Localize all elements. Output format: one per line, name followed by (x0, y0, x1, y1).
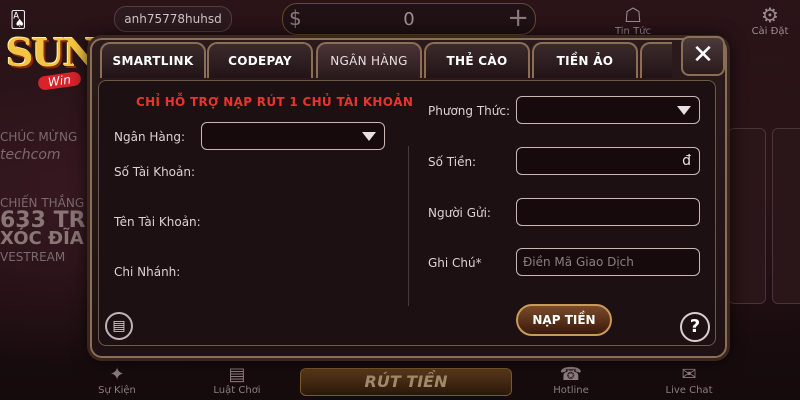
history-button[interactable]: ▤ (105, 312, 133, 340)
promo-line: XÓC ĐĨA (0, 228, 84, 249)
cards-icon: 🂡 (10, 10, 27, 29)
tab-crypto[interactable]: TIỀN ẢO (532, 42, 638, 78)
column-divider (408, 146, 409, 306)
promo-banner[interactable]: CHÚC MỪNG techcom CHIẾN THẮNG 633 TR XÓC… (0, 128, 90, 298)
promo-line: VESTREAM (0, 250, 66, 264)
tab-more[interactable]: G (640, 42, 672, 78)
username-display: anh75778huhsd (114, 6, 232, 32)
news-label: Tin Tức (614, 26, 652, 37)
withdraw-button[interactable]: RÚT TIỀN (300, 368, 512, 396)
event-icon: ✦ (109, 364, 125, 385)
sender-input[interactable] (516, 198, 700, 226)
news-icon: ☖ (624, 3, 642, 27)
account-name-label: Tên Tài Khoản: (114, 215, 201, 229)
amount-label: Số Tiền: (428, 155, 477, 169)
rules-button[interactable]: ▤ Luật Chơi (202, 364, 272, 397)
bank-select[interactable] (201, 122, 385, 150)
note-label: Ghi Chú* (428, 256, 482, 270)
deposit-tabs: SMARTLINK CODEPAY NGÂN HÀNG THẺ CÀO TIỀN… (100, 42, 672, 78)
hotline-label: Hotline (553, 385, 589, 396)
deposit-submit-button[interactable]: NẠP TIỀN (516, 304, 612, 336)
live-chat-label: Live Chat (665, 385, 713, 396)
settings-button[interactable]: ⚙ Cài Đặt (745, 4, 795, 37)
method-label: Phương Thức: (428, 104, 511, 118)
tab-smartlink[interactable]: SMARTLINK (100, 42, 206, 78)
rules-label: Luật Chơi (213, 385, 261, 396)
method-select[interactable] (516, 96, 700, 124)
close-icon: ✕ (692, 40, 714, 70)
note-input[interactable]: Điền Mã Giao Dịch (516, 248, 700, 276)
amount-input[interactable]: đ (516, 147, 700, 175)
settings-label: Cài Đặt (751, 26, 789, 37)
bottom-bar: ✦ Sự Kiện ▤ Luật Chơi RÚT TIỀN ☎ Hotline… (0, 360, 800, 400)
plus-icon[interactable]: + (507, 3, 529, 33)
promo-line: CHÚC MỪNG (0, 130, 78, 144)
chat-icon: ✉ (681, 364, 697, 385)
account-number-label: Số Tài Khoản: (114, 165, 196, 179)
currency-symbol: đ (682, 153, 691, 169)
game-thumbnail[interactable] (772, 128, 800, 304)
chevron-down-icon (677, 106, 691, 115)
live-chat-button[interactable]: ✉ Live Chat (654, 364, 724, 397)
bank-label: Ngân Hàng: (114, 130, 186, 144)
branch-label: Chi Nhánh: (114, 265, 181, 279)
balance-amount: 0 (403, 9, 415, 30)
phone-icon: ☎ (559, 364, 583, 385)
top-bar: anh75778huhsd $ 0 + ☖ Tin Tức ⚙ Cài Đặt (0, 0, 800, 37)
chevron-down-icon (362, 132, 376, 141)
note-placeholder: Điền Mã Giao Dịch (523, 255, 634, 269)
event-button[interactable]: ✦ Sự Kiện (82, 364, 152, 397)
settings-icon: ⚙ (761, 3, 779, 27)
logo-text: SUN (6, 30, 97, 75)
rules-icon: ▤ (228, 364, 246, 385)
notice-text: CHỈ HỖ TRỢ NẠP RÚT 1 CHỦ TÀI KHOẢN (136, 95, 414, 109)
promo-line: techcom (0, 147, 61, 163)
help-button[interactable]: ? (680, 312, 710, 342)
event-label: Sự Kiện (98, 385, 136, 396)
sender-label: Người Gửi: (428, 206, 491, 220)
hotline-button[interactable]: ☎ Hotline (536, 364, 606, 397)
tab-codepay[interactable]: CODEPAY (207, 42, 313, 78)
tab-bank[interactable]: NGÂN HÀNG (316, 42, 422, 78)
balance-box: $ 0 + (282, 3, 536, 35)
game-thumbnail[interactable] (728, 128, 766, 304)
tab-card[interactable]: THẺ CÀO (424, 42, 530, 78)
news-button[interactable]: ☖ Tin Tức (608, 4, 658, 37)
document-icon: ▤ (112, 318, 126, 334)
close-button[interactable]: ✕ (681, 36, 725, 76)
help-icon: ? (689, 316, 701, 337)
